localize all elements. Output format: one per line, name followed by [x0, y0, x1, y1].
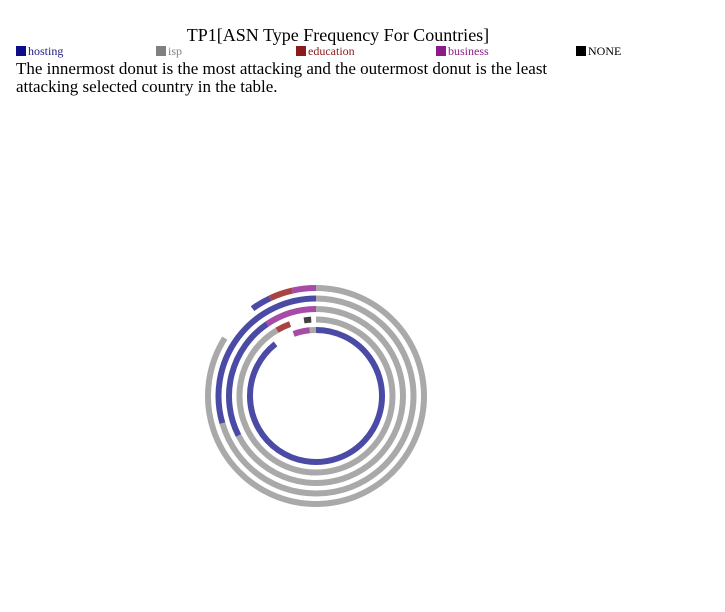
donut-segment-hosting[interactable] — [250, 295, 272, 312]
donut-ring-3 — [226, 306, 406, 486]
donut-segment-education[interactable] — [275, 321, 292, 333]
donut-segment-business[interactable] — [292, 327, 311, 337]
donut-segment-isp[interactable] — [236, 316, 396, 476]
donut-segment-isp[interactable] — [235, 306, 406, 486]
donut-ring-2 — [236, 316, 396, 476]
donut-segment-hosting[interactable] — [247, 327, 385, 465]
donut-segment-business[interactable] — [291, 285, 317, 294]
donut-segment-NONE[interactable] — [303, 316, 312, 324]
donut-chart — [205, 285, 427, 507]
donut-segment-education[interactable] — [268, 287, 294, 302]
donut-ring-1 — [247, 326, 385, 465]
